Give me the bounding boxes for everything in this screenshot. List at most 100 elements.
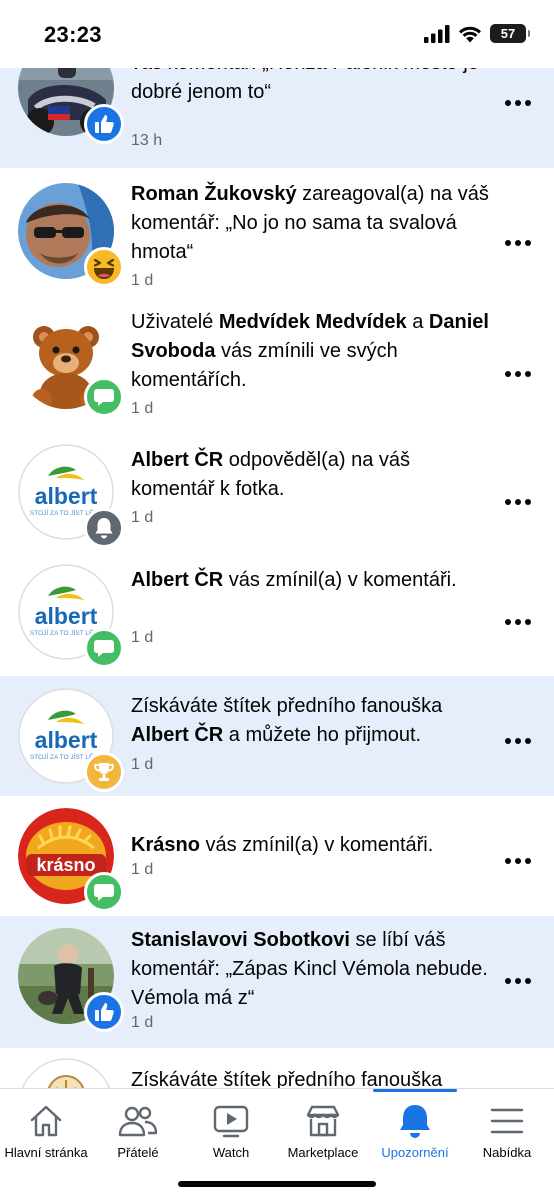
notification-text: Albert ČR vás zmínil(a) v komentáři. bbox=[131, 566, 491, 595]
more-dots-icon bbox=[515, 100, 521, 106]
notification-item[interactable]: Získáváte štítek předního fanouška bbox=[0, 1048, 554, 1088]
more-dots-icon bbox=[525, 619, 531, 625]
more-dots-icon bbox=[515, 738, 521, 744]
bell-icon bbox=[398, 1103, 432, 1139]
page-logo bbox=[18, 1058, 114, 1088]
notification-text: Stanislavovi Sobotkovi se líbí váš komen… bbox=[131, 926, 491, 1013]
thumbs-up-icon bbox=[95, 115, 114, 133]
albert-logo-text: albert bbox=[35, 727, 98, 753]
like-badge bbox=[84, 992, 124, 1032]
more-dots-icon bbox=[515, 240, 521, 246]
battery-level: 57 bbox=[500, 26, 516, 41]
home-icon bbox=[28, 1103, 64, 1139]
wifi-icon bbox=[459, 26, 481, 42]
haha-reaction-icon bbox=[88, 251, 120, 283]
more-options-button[interactable] bbox=[500, 610, 536, 634]
notification-text: Albert ČR odpověděl(a) na váš komentář k… bbox=[131, 446, 491, 504]
more-options-button[interactable] bbox=[500, 729, 536, 753]
krasno-logo-text: krásno bbox=[36, 855, 95, 875]
notification-avatar-wrap bbox=[18, 68, 124, 144]
notification-time: 1 d bbox=[131, 272, 154, 289]
tab-friends[interactable]: Přátelé bbox=[88, 1089, 188, 1169]
tab-watch[interactable]: Watch bbox=[181, 1089, 281, 1169]
more-dots-icon bbox=[505, 858, 511, 864]
notification-message: vás zmínil(a) v komentáři. bbox=[223, 569, 457, 591]
more-dots-icon bbox=[525, 738, 531, 744]
notification-message: a bbox=[406, 311, 429, 333]
notification-avatar-wrap: krásno bbox=[18, 808, 124, 912]
notifications-list: váš komentář: „Honza Palenik město je do… bbox=[0, 68, 554, 1088]
more-dots-icon bbox=[505, 371, 511, 377]
more-dots-icon bbox=[525, 371, 531, 377]
more-options-button[interactable] bbox=[500, 969, 536, 993]
notification-message: Získáváte štítek předního fanouška bbox=[131, 695, 443, 717]
notification-actor[interactable]: Stanislavovi Sobotkovi bbox=[131, 929, 350, 951]
tab-friends-label: Přátelé bbox=[117, 1145, 159, 1160]
more-dots-icon bbox=[525, 499, 531, 505]
trophy-icon bbox=[94, 763, 114, 781]
notification-item[interactable]: váš komentář: „Honza Palenik město je do… bbox=[0, 68, 554, 168]
menu-icon bbox=[490, 1103, 524, 1139]
comment-badge bbox=[84, 872, 124, 912]
notification-avatar-wrap bbox=[18, 313, 124, 417]
notifications-feed[interactable]: váš komentář: „Honza Palenik město je do… bbox=[0, 68, 554, 1088]
more-dots-icon bbox=[505, 978, 511, 984]
notification-actor[interactable]: Albert ČR bbox=[131, 724, 223, 746]
notification-item[interactable]: albert STOJÍ ZA TO JÍST LÉPE Albert ČR odp… bbox=[0, 436, 554, 556]
trophy-badge bbox=[84, 752, 124, 792]
more-options-button[interactable] bbox=[500, 362, 536, 386]
albert-logo-text: albert bbox=[35, 603, 98, 629]
notification-time: 1 d bbox=[131, 400, 154, 417]
more-dots-icon bbox=[505, 100, 511, 106]
tab-menu[interactable]: Nabídka bbox=[457, 1089, 554, 1169]
albert-logo-text: albert bbox=[35, 483, 98, 509]
notification-time: 13 h bbox=[131, 132, 163, 149]
notification-text: Získáváte štítek předního fanouška Alber… bbox=[131, 692, 491, 750]
notification-time: 1 d bbox=[131, 629, 154, 646]
notification-actor[interactable]: Medvídek Medvídek bbox=[219, 311, 407, 333]
notification-actor[interactable]: Roman Žukovský bbox=[131, 183, 297, 205]
more-options-button[interactable] bbox=[500, 490, 536, 514]
bell-icon bbox=[95, 518, 113, 539]
comment-badge bbox=[84, 628, 124, 668]
tab-home-label: Hlavní stránka bbox=[4, 1145, 88, 1160]
watch-icon bbox=[212, 1103, 250, 1139]
notification-actor[interactable]: Albert ČR bbox=[131, 449, 223, 471]
tab-marketplace[interactable]: Marketplace bbox=[273, 1089, 373, 1169]
notification-item[interactable]: albert STOJÍ ZA TO JÍST LÉPE Získáváte ští… bbox=[0, 676, 554, 796]
more-dots-icon bbox=[525, 100, 531, 106]
tab-marketplace-label: Marketplace bbox=[287, 1145, 359, 1160]
more-options-button[interactable] bbox=[500, 849, 536, 873]
notification-item[interactable]: krásno Krásno vás zmínil(a) v komentáři. 1… bbox=[0, 796, 554, 916]
notification-message: váš komentář: „Honza Palenik město je do… bbox=[131, 68, 479, 103]
tab-notifications[interactable]: Upozornění bbox=[365, 1089, 465, 1169]
notification-item[interactable]: albert STOJÍ ZA TO JÍST LÉPE Albert ČR vás… bbox=[0, 556, 554, 676]
notification-message: a můžete ho přijmout. bbox=[223, 724, 422, 746]
notification-item[interactable]: Stanislavovi Sobotkovi se líbí váš komen… bbox=[0, 916, 554, 1048]
status-time: 23:23 bbox=[44, 22, 102, 47]
notification-actor[interactable]: Albert ČR bbox=[131, 569, 223, 591]
like-badge bbox=[84, 104, 124, 144]
notification-actor[interactable]: Krásno bbox=[131, 834, 200, 856]
tab-home[interactable]: Hlavní stránka bbox=[0, 1089, 96, 1169]
notification-item[interactable]: Uživatelé Medvídek Medvídek a Daniel Svo… bbox=[0, 300, 554, 436]
notification-item[interactable]: Roman Žukovský zareagoval(a) na váš kome… bbox=[0, 168, 554, 300]
friends-icon bbox=[118, 1103, 158, 1139]
notification-time: 1 d bbox=[131, 861, 154, 878]
more-dots-icon bbox=[515, 858, 521, 864]
notification-avatar-wrap bbox=[18, 183, 124, 287]
home-indicator bbox=[178, 1181, 376, 1187]
notification-avatar-wrap bbox=[18, 928, 124, 1032]
notification-text: váš komentář: „Honza Palenik město je do… bbox=[131, 68, 491, 107]
notification-avatar-wrap: albert STOJÍ ZA TO JÍST LÉPE bbox=[18, 444, 124, 548]
notification-avatar-wrap: albert STOJÍ ZA TO JÍST LÉPE bbox=[18, 564, 124, 668]
notification-message: Získáváte štítek předního fanouška bbox=[131, 1069, 443, 1088]
status-icons: 57 bbox=[424, 24, 530, 43]
more-options-button[interactable] bbox=[500, 91, 536, 115]
more-dots-icon bbox=[515, 619, 521, 625]
comment-icon bbox=[94, 640, 114, 657]
haha-badge bbox=[84, 247, 124, 287]
more-dots-icon bbox=[525, 858, 531, 864]
marketplace-icon bbox=[304, 1103, 342, 1139]
more-options-button[interactable] bbox=[500, 231, 536, 255]
